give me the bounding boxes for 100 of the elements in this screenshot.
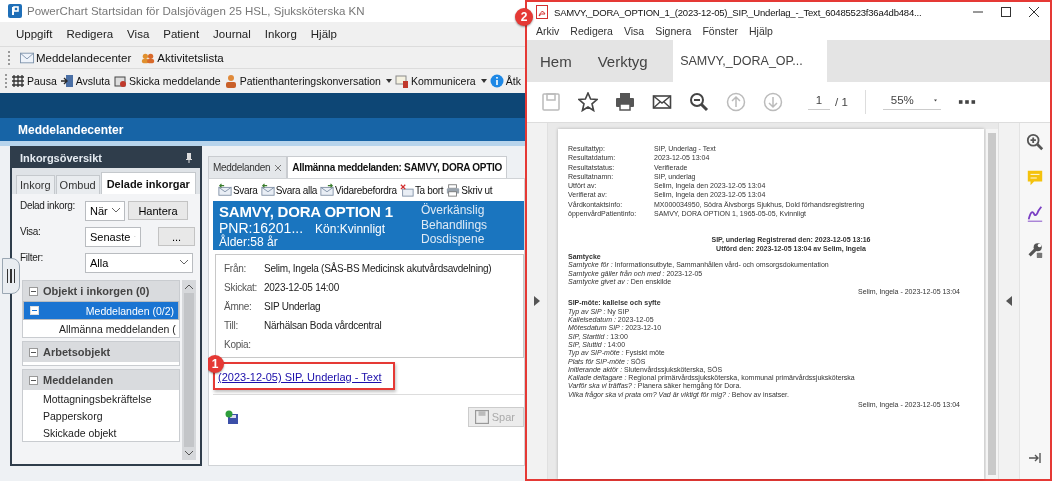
page-count: / 1 (835, 96, 848, 108)
letter-icon (394, 74, 409, 88)
group-label: Meddelanden (43, 374, 114, 386)
more-icon[interactable] (957, 99, 976, 105)
menu-item[interactable]: Redigera (66, 28, 114, 40)
tree-item[interactable]: Skickade objekt (23, 424, 179, 441)
info-icon (489, 74, 504, 88)
reply-icon (218, 183, 232, 197)
panel-title: Inkorgsöversikt (20, 152, 102, 164)
field-value: Selim, Ingela (SÅS-BS Medicinsk akutvårdsavdelning) (264, 263, 492, 274)
patient-flag-label: Dosdispene (421, 232, 486, 247)
toolbar-button[interactable]: Åtk (488, 74, 522, 88)
tree-item[interactable]: Meddelanden (0/2) (23, 301, 179, 320)
field-label: Visa: (20, 226, 42, 237)
menu-item[interactable]: Uppgift (16, 28, 53, 40)
group-header[interactable]: Arbetsobjekt (23, 342, 179, 362)
panel-handle[interactable] (2, 258, 20, 294)
more-button[interactable]: ... (158, 227, 195, 246)
pdf-file-icon (535, 5, 549, 19)
menu-item[interactable]: Journal (213, 28, 251, 40)
tab[interactable]: Ombud (55, 175, 100, 194)
forward-icon (320, 183, 335, 197)
toolbar-button[interactable]: Skicka meddelande (112, 74, 222, 88)
field-label: Från: (224, 263, 248, 274)
field-label: Kopia: (224, 339, 252, 350)
tab[interactable]: Delade inkorgar (100, 172, 196, 194)
patient-name: SAMVY, DORA OPTION 1 (219, 203, 394, 221)
person-icon (223, 74, 238, 88)
action-button[interactable]: Ta bort (398, 183, 445, 197)
signature-pen-icon[interactable] (1026, 205, 1044, 223)
scrollbar[interactable] (182, 280, 196, 460)
delete-icon (399, 183, 414, 197)
menu-item[interactable]: Visa (127, 28, 150, 40)
save-check-icon[interactable] (225, 410, 239, 424)
action-button[interactable]: Vidarebefordra (319, 183, 398, 197)
door-icon (59, 74, 74, 88)
group-header[interactable]: Objekt i inkorgen (0) (23, 281, 179, 301)
manage-button[interactable]: Hantera (128, 201, 188, 220)
patient-age: Ålder:58 år (219, 236, 278, 249)
field-value: 2023-12-05 14:00 (264, 282, 339, 293)
dropdown[interactable]: Alla (85, 252, 193, 273)
zoom-in-icon[interactable] (1026, 133, 1044, 151)
toolbar-button[interactable]: Aktivitetslista (139, 50, 226, 65)
attachment-link[interactable]: (2023-12-05) SIP, Underlag - Text (218, 371, 382, 383)
action-button[interactable]: Skriv ut (445, 183, 494, 197)
dropdown-caret-icon (480, 79, 487, 83)
menu-item[interactable]: Patient (163, 28, 200, 40)
dropdown[interactable]: Senaste (85, 226, 141, 247)
dropdown[interactable]: När (85, 200, 125, 221)
close-icon[interactable] (1028, 6, 1040, 18)
zoom-dropdown[interactable]: 55% (882, 94, 941, 110)
callout-badge: 1 (208, 355, 224, 373)
toolbar-button[interactable]: Kommunicera (393, 74, 488, 88)
menu-item[interactable]: Arkiv (536, 25, 560, 37)
tree-item[interactable]: Allmänna meddelanden ( (23, 320, 179, 337)
app-logo-icon (8, 4, 22, 18)
tab[interactable]: Allmänna meddelanden: SAMVY, DORA OPTIO (287, 156, 507, 178)
tab[interactable]: Meddelanden (208, 156, 288, 178)
toolbar-button[interactable]: Pausa (10, 74, 58, 88)
grid-icon (11, 74, 25, 88)
tree-item[interactable]: Mottagningsbekräftelse (23, 390, 179, 407)
toolbar-button[interactable]: Avsluta (58, 74, 112, 88)
action-button[interactable]: Svara alla (259, 183, 319, 197)
field-label: Filter: (20, 252, 44, 263)
field-label: Delad inkorg: (20, 200, 77, 211)
field-label: Ämne: (224, 301, 253, 312)
pin-icon[interactable] (186, 153, 192, 163)
toolbar-button[interactable]: Meddelandecenter (18, 50, 134, 65)
group-header[interactable]: Meddelanden (23, 370, 179, 390)
bookmark-star-icon[interactable] (578, 92, 598, 112)
page-number-field[interactable]: 1 (808, 94, 830, 110)
menu-item[interactable]: Inkorg (264, 28, 297, 40)
scroll-up-icon[interactable] (185, 284, 193, 289)
tab[interactable]: Verktyg (584, 40, 661, 82)
tab[interactable]: SAMVY,_DORA_OP... (672, 40, 827, 82)
action-button[interactable]: Svara (217, 183, 259, 197)
scrollbar[interactable] (986, 129, 998, 479)
menu-item[interactable]: Hjälp (749, 25, 773, 37)
printer-icon[interactable] (615, 92, 635, 112)
menu-item[interactable]: Fönster (702, 25, 739, 37)
tree-item[interactable]: Papperskorg (23, 407, 179, 424)
expand-right-panel-icon[interactable] (1006, 296, 1012, 306)
maximize-icon[interactable] (1000, 6, 1012, 18)
wrench-icon[interactable] (1026, 241, 1044, 259)
patient-flag-label: Överkänslig (421, 203, 486, 218)
envelope-icon[interactable] (652, 92, 672, 112)
expand-left-panel-icon[interactable] (534, 296, 540, 306)
menu-item[interactable]: Signera (655, 25, 692, 37)
menu-item[interactable]: Visa (623, 25, 645, 37)
section-title: Meddelandecenter (18, 122, 124, 137)
toolbar-button[interactable]: Patienthanteringskonversation (222, 74, 393, 88)
collapse-panel-icon[interactable] (1028, 451, 1042, 465)
tab[interactable]: Hem (527, 40, 585, 82)
patient-sex: Kön:Kvinnligt (315, 223, 386, 236)
scroll-down-icon[interactable] (185, 451, 193, 456)
tab[interactable]: Inkorg (16, 175, 55, 194)
zoom-out-icon[interactable] (689, 92, 709, 112)
menu-item[interactable]: Redigera (570, 25, 613, 37)
menu-item[interactable]: Hjälp (310, 28, 337, 40)
field-label: Skickat: (224, 282, 258, 293)
